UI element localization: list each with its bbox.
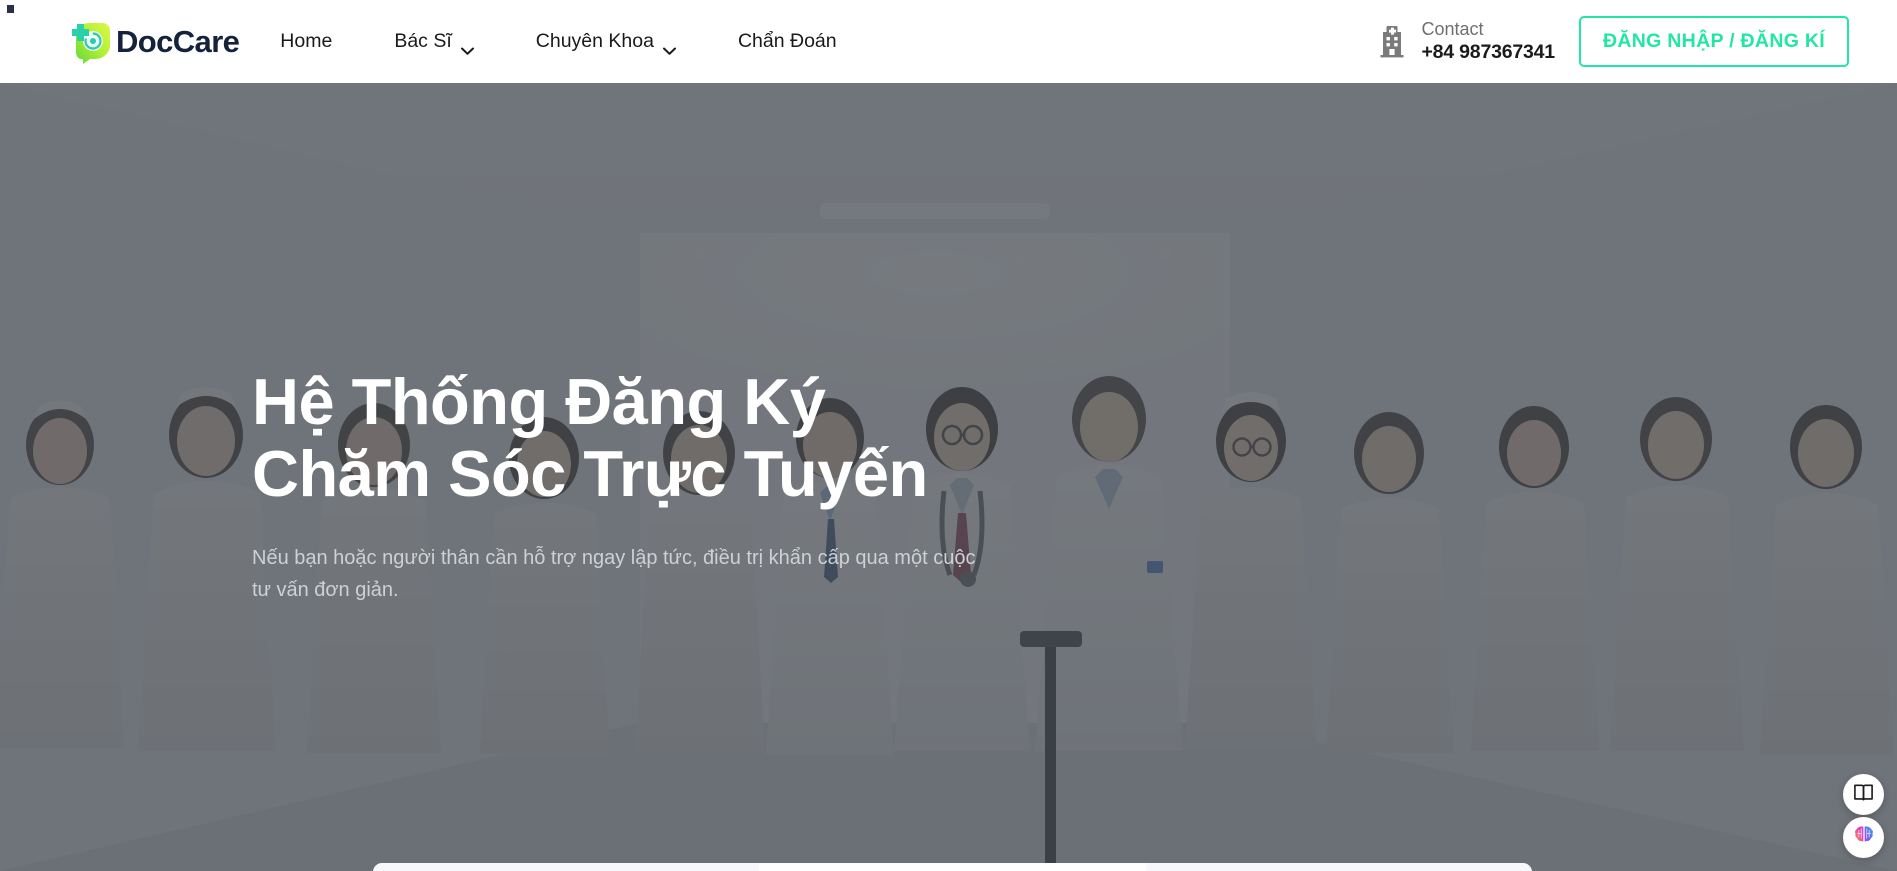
- stray-artifact: [7, 5, 14, 13]
- nav-item-chan-doan[interactable]: Chẩn Đoán: [707, 17, 868, 67]
- login-register-button[interactable]: ĐĂNG NHẬP / ĐĂNG KÍ: [1578, 16, 1849, 67]
- page-root: DocCare Home Bác Sĩ Chuyên Khoa Chẩn Đoá…: [0, 0, 1897, 871]
- hero-title-line-1: Hệ Thống Đăng Ký: [252, 365, 826, 438]
- hero-subtitle: Nếu bạn hoặc người thân cần hỗ trợ ngay …: [252, 547, 976, 602]
- feature-cards-strip: [373, 863, 1532, 871]
- nav-item-home[interactable]: Home: [280, 17, 363, 67]
- leaf-bubble-medical-cross-logo-icon: [66, 19, 112, 65]
- feature-card-clock[interactable]: [1145, 863, 1532, 871]
- book-widget-button[interactable]: [1843, 774, 1884, 815]
- brain-icon: [1853, 824, 1875, 851]
- contact-text-group: Contact +84 987367341: [1421, 19, 1555, 65]
- nav-item-label: Home: [280, 30, 333, 52]
- feature-card-medical-record[interactable]: [759, 863, 1146, 871]
- chevron-down-icon: [460, 38, 474, 55]
- hero-section: Hệ Thống Đăng Ký Chăm Sóc Trực Tuyến Nếu…: [0, 83, 1897, 871]
- site-header: DocCare Home Bác Sĩ Chuyên Khoa Chẩn Đoá…: [0, 0, 1897, 83]
- hero-title-line-2: Chăm Sóc Trực Tuyến: [252, 436, 928, 510]
- hero-title: Hệ Thống Đăng Ký Chăm Sóc Trực Tuyến: [252, 366, 1072, 509]
- brand-name: DocCare: [116, 24, 240, 59]
- hero-content: Hệ Thống Đăng Ký Chăm Sóc Trực Tuyến Nếu…: [252, 366, 1072, 607]
- header-right-group: Contact +84 987367341 ĐĂNG NHẬP / ĐĂNG K…: [1377, 16, 1849, 67]
- nav-item-label: Chẩn Đoán: [737, 30, 837, 52]
- brain-widget-button[interactable]: [1843, 817, 1884, 858]
- hospital-building-icon: [1377, 25, 1407, 58]
- chevron-down-icon: [662, 38, 676, 55]
- brand-logo[interactable]: DocCare: [66, 19, 240, 65]
- main-navigation: Home Bác Sĩ Chuyên Khoa Chẩn Đoán: [280, 17, 867, 67]
- nav-item-chuyen-khoa[interactable]: Chuyên Khoa: [505, 17, 707, 67]
- contact-label: Contact: [1421, 18, 1484, 39]
- feature-card-heart-pulse[interactable]: [373, 863, 760, 871]
- nav-item-bac-si[interactable]: Bác Sĩ: [363, 17, 504, 67]
- contact-phone: +84 987367341: [1421, 40, 1555, 63]
- nav-item-label: Chuyên Khoa: [535, 30, 654, 52]
- nav-item-label: Bác Sĩ: [394, 30, 452, 52]
- book-icon: [1853, 782, 1874, 808]
- contact-block[interactable]: Contact +84 987367341: [1377, 19, 1555, 65]
